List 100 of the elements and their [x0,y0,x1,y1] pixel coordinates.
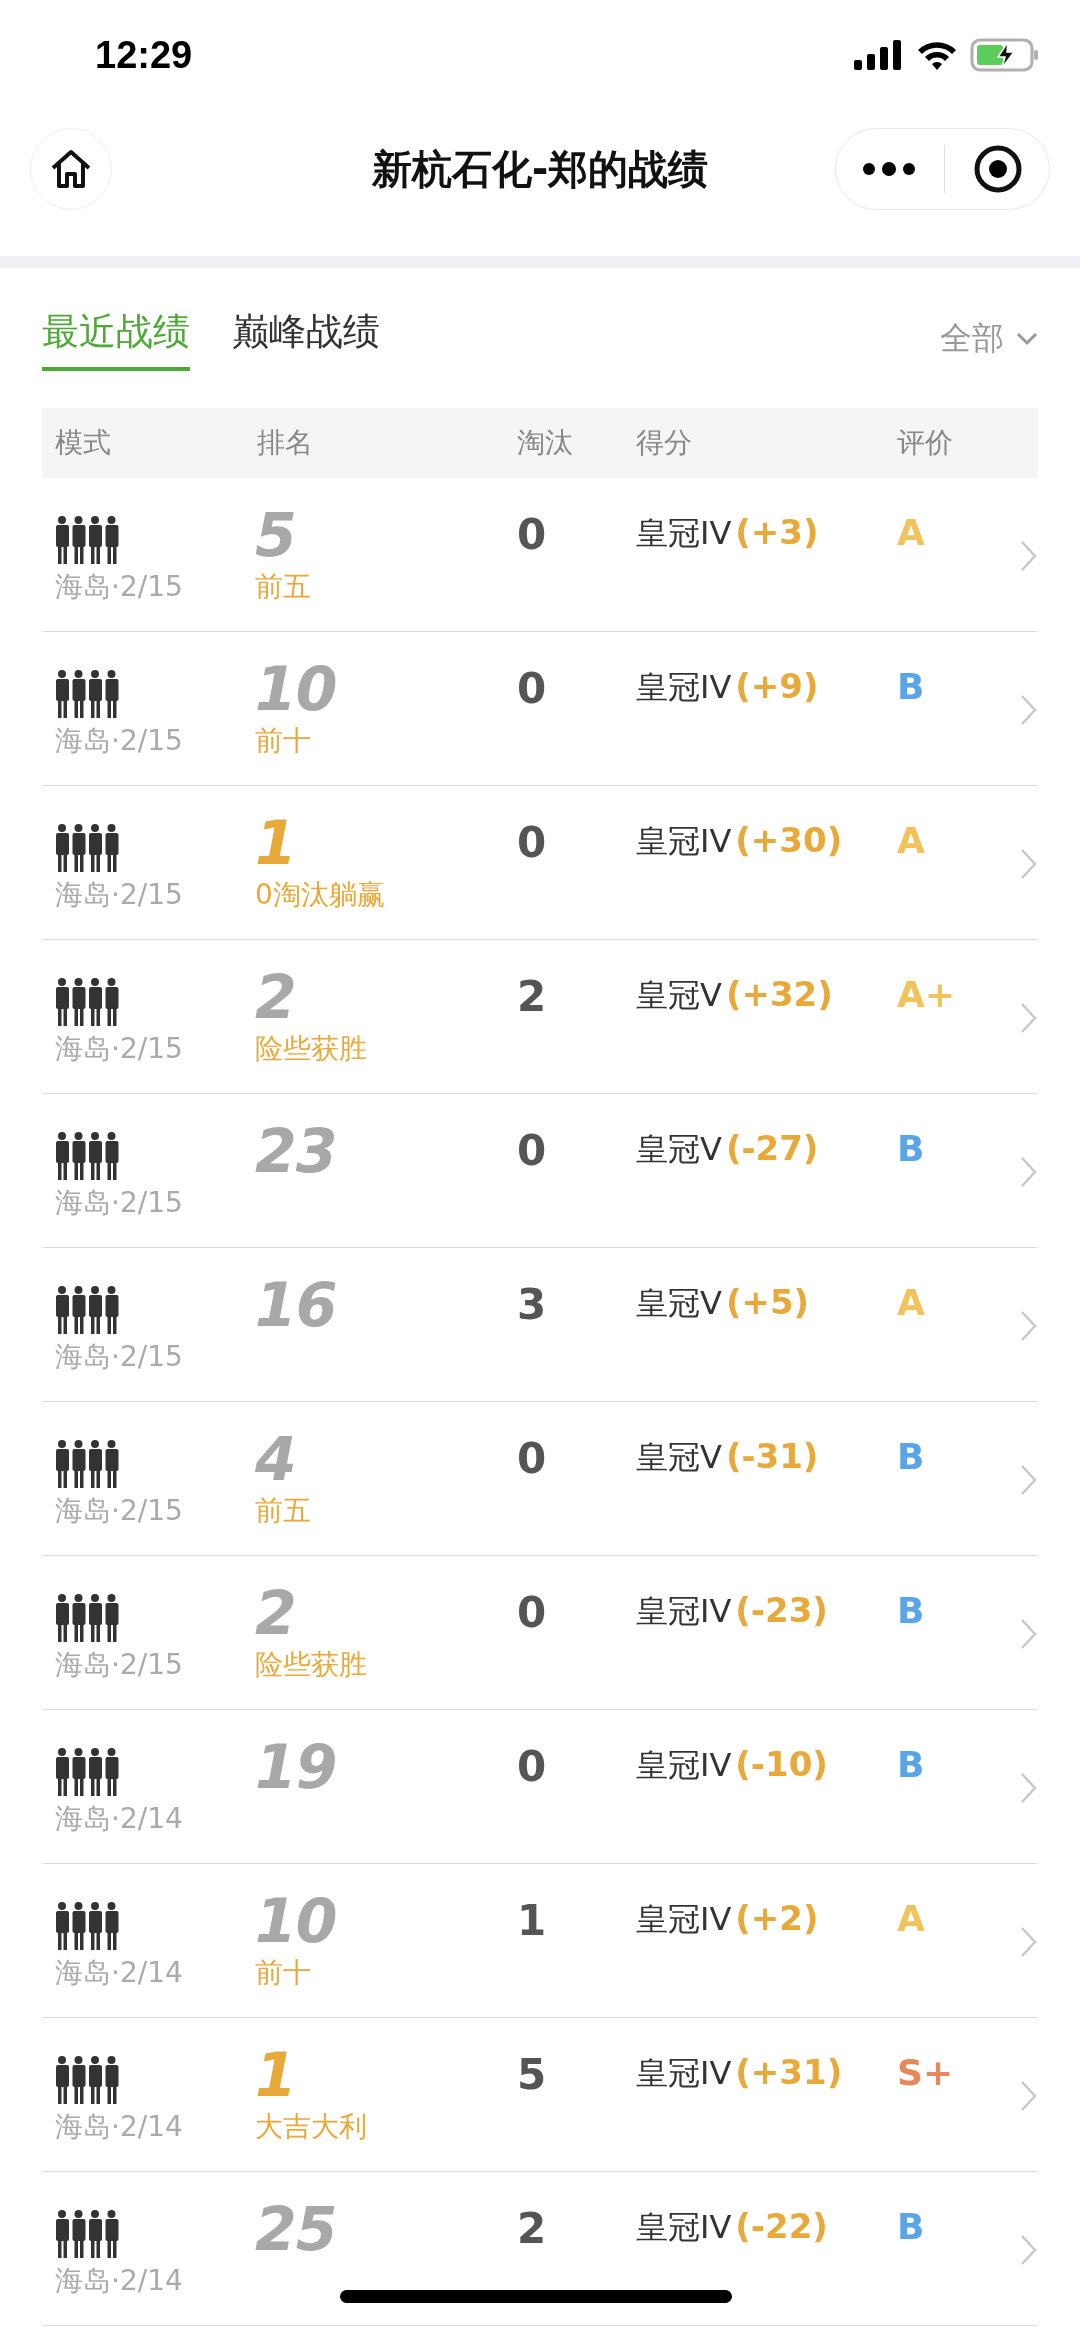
tier-label: 皇冠IV [636,667,732,708]
tab[interactable]: 巅峰战绩 [232,307,380,371]
score-change: (+30) [735,820,843,860]
battery-charging-icon [970,38,1040,72]
score-change: (+3) [735,512,819,552]
chevron-right-icon[interactable] [1020,1926,1038,1958]
score-change: (-10) [735,1744,828,1784]
tier-label: 皇冠V [636,1437,722,1478]
column-header: 得分 [636,425,692,461]
home-icon[interactable] [49,148,93,190]
chevron-right-icon[interactable] [1020,1156,1038,1188]
eliminations: 0 [517,1434,547,1483]
tier-label: 皇冠IV [636,1745,732,1786]
rank-number: 1 [255,2042,297,2108]
caret-down-icon[interactable] [1016,332,1038,346]
rank-number: 10 [255,1888,337,1954]
map-date: 海岛·2/15 [55,723,183,759]
grade-label: A [897,1282,925,1323]
tier-label: 皇冠IV [636,2207,732,2248]
grade-label: A [897,820,925,861]
grade-label: A [897,1898,925,1939]
rank-note: 前五 [255,569,311,605]
eliminations: 0 [517,1126,547,1175]
tier-label: 皇冠V [636,1129,722,1170]
score-change: (-31) [725,1436,819,1476]
score-change: (+9) [735,666,819,706]
score-change: (+5) [725,1282,810,1322]
rank-note: 0淘汰躺赢 [255,877,385,913]
column-header: 排名 [257,425,313,461]
chevron-right-icon[interactable] [1020,694,1038,726]
column-header: 模式 [55,425,111,461]
squad-icon [55,1440,121,1488]
rank-number: 4 [255,1426,297,1492]
filter-dropdown[interactable]: 全部 [940,317,1038,361]
squad-icon [55,1132,121,1180]
rank-number: 2 [255,1580,297,1646]
grade-label: B [897,1744,925,1785]
chevron-right-icon[interactable] [1020,1772,1038,1804]
score-change: (-27) [725,1128,819,1168]
tier-label: 皇冠V [636,975,722,1016]
rank-note: 前五 [255,1493,311,1529]
squad-icon [55,978,121,1026]
page-title: 新杭石化-郑的战绩 [371,144,709,194]
score-change: (+32) [725,974,833,1014]
tier-label: 皇冠IV [636,2053,732,2094]
grade-label: S+ [897,2052,954,2093]
squad-icon [55,1594,121,1642]
eliminations: 3 [517,1280,547,1329]
close-target-icon[interactable] [973,144,1023,194]
map-date: 海岛·2/15 [55,1339,183,1375]
map-date: 海岛·2/15 [55,1185,183,1221]
eliminations: 0 [517,510,547,559]
eliminations: 0 [517,664,547,713]
map-date: 海岛·2/14 [55,2263,183,2299]
eliminations: 0 [517,818,547,867]
more-icon[interactable] [862,162,916,176]
eliminations: 2 [517,2204,547,2253]
grade-label: B [897,2206,925,2247]
squad-icon [55,1748,121,1796]
map-date: 海岛·2/14 [55,2109,183,2145]
squad-icon [55,1902,121,1950]
rank-number: 19 [255,1734,337,1800]
map-date: 海岛·2/14 [55,1801,183,1837]
tier-label: 皇冠IV [636,1899,732,1940]
squad-icon [55,2210,121,2258]
rank-number: 1 [255,810,297,876]
grade-label: A+ [897,974,956,1015]
tier-label: 皇冠IV [636,1591,732,1632]
column-header: 淘汰 [517,425,573,461]
squad-icon [55,824,121,872]
map-date: 海岛·2/15 [55,1031,183,1067]
chevron-right-icon[interactable] [1020,1464,1038,1496]
eliminations: 1 [517,1896,547,1945]
score-change: (+2) [735,1898,819,1938]
rank-note: 前十 [255,723,312,759]
chevron-right-icon[interactable] [1020,1310,1038,1342]
chevron-right-icon[interactable] [1020,2234,1038,2266]
tab[interactable]: 最近战绩 [42,307,190,371]
eliminations: 0 [517,1742,547,1791]
score-change: (-22) [735,2206,828,2246]
rank-number: 23 [255,1118,337,1184]
rank-number: 16 [255,1272,337,1338]
rank-note: 大吉大利 [255,2109,367,2145]
chevron-right-icon[interactable] [1020,848,1038,880]
rank-number: 25 [255,2196,337,2262]
chevron-right-icon[interactable] [1020,1002,1038,1034]
score-change: (-23) [735,1590,828,1630]
chevron-right-icon[interactable] [1020,2080,1038,2112]
chevron-right-icon[interactable] [1020,1618,1038,1650]
squad-icon [55,670,121,718]
squad-icon [55,2056,121,2104]
grade-label: B [897,1590,925,1631]
status-time: 12:29 [95,33,193,77]
signal-icon [854,40,904,70]
rank-note: 险些获胜 [255,1647,367,1683]
tier-label: 皇冠V [636,1283,722,1324]
rank-note: 险些获胜 [255,1031,367,1067]
tier-label: 皇冠IV [636,513,732,554]
chevron-right-icon[interactable] [1020,540,1038,572]
grade-label: B [897,1436,925,1477]
